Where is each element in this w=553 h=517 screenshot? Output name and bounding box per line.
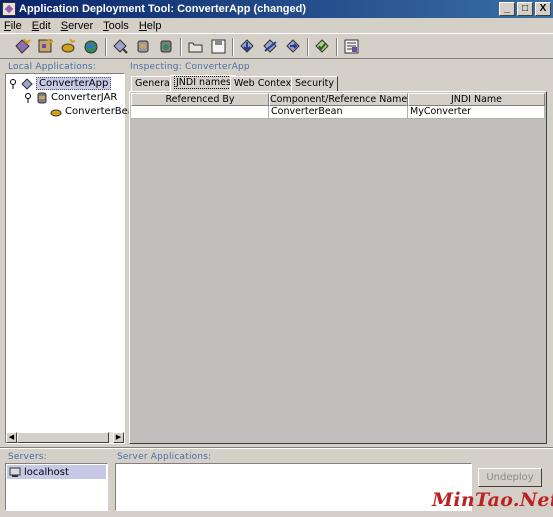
tab-label: General (135, 78, 173, 89)
new-client-icon[interactable] (81, 36, 102, 57)
tree-item-label: ConverterApp (36, 77, 112, 90)
server-applications-label: Server Applications: (117, 452, 212, 462)
menu-server[interactable]: Server (61, 20, 93, 32)
tree-item-label: ConverterJAR (51, 92, 118, 103)
toolbar-separator (307, 38, 309, 56)
column-referenced-by[interactable]: Referenced By (131, 93, 269, 106)
app-icon (2, 2, 16, 16)
tree-item-converterapp[interactable]: ConverterApp (8, 77, 112, 90)
jar-icon (37, 92, 47, 103)
scroll-right-icon[interactable]: ▶ (113, 432, 124, 443)
new-application-icon[interactable] (12, 36, 33, 57)
server-item-localhost[interactable]: localhost (7, 465, 106, 479)
jndi-table: Referenced By Component/Reference Name J… (131, 93, 545, 119)
toolbar-separator (180, 38, 182, 56)
update-icon[interactable] (283, 36, 304, 57)
add-to-app-icon[interactable] (110, 36, 131, 57)
window-title: Application Deployment Tool: ConverterAp… (19, 3, 307, 15)
jndi-tab-panel (129, 91, 547, 444)
menu-tools[interactable]: Tools (103, 20, 129, 32)
table-row[interactable]: ConverterBean MyConverter (131, 106, 545, 119)
servers-list: localhost (5, 463, 108, 511)
cell-jndi-name[interactable]: MyConverter (408, 106, 545, 119)
close-button[interactable]: X (535, 2, 551, 16)
server-icon (9, 467, 21, 477)
new-ejb-icon[interactable] (35, 36, 56, 57)
toolbar-separator (105, 38, 107, 56)
minimize-button[interactable]: _ (499, 2, 515, 16)
watermark: MinTao.Net (432, 489, 553, 511)
undeploy-icon[interactable] (260, 36, 281, 57)
expand-handle-icon[interactable] (23, 92, 33, 103)
verify-icon[interactable] (312, 36, 333, 57)
inspecting-label: Inspecting: ConverterApp (130, 62, 250, 72)
new-web-component-icon[interactable] (58, 36, 79, 57)
cell-referenced-by[interactable] (131, 106, 269, 119)
servers-label: Servers: (8, 452, 47, 462)
application-tree: ConverterApp ConverterJAR ConverterBean … (5, 73, 140, 444)
tree-item-converterbean[interactable]: ConverterBean (50, 105, 140, 118)
menu-help[interactable]: Help (139, 20, 162, 32)
menu-edit[interactable]: Edit (32, 20, 51, 32)
column-jndi-name[interactable]: JNDI Name (408, 93, 545, 106)
undeploy-button[interactable]: Undeploy (478, 468, 542, 487)
menu-bar: File Edit Server Tools Help (0, 18, 553, 33)
split-divider[interactable] (0, 447, 553, 449)
add-ejb-jar-icon[interactable] (133, 36, 154, 57)
open-icon[interactable] (185, 36, 206, 57)
toolbar (0, 33, 553, 59)
tree-item-converterjar[interactable]: ConverterJAR (23, 91, 117, 104)
local-applications-label: Local Applications: (8, 62, 96, 72)
title-bar: Application Deployment Tool: ConverterAp… (0, 0, 553, 18)
maximize-button[interactable]: □ (517, 2, 533, 16)
scroll-thumb[interactable] (17, 432, 109, 443)
tab-label: Web Context (234, 78, 295, 89)
application-icon (21, 77, 33, 90)
tab-label: JNDI names (174, 76, 233, 89)
tab-jndi-names[interactable]: JNDI names (170, 75, 237, 92)
add-web-war-icon[interactable] (156, 36, 177, 57)
tab-label: Security (295, 78, 335, 89)
toolbar-separator (232, 38, 234, 56)
table-header: Referenced By Component/Reference Name J… (131, 93, 545, 106)
column-component-name[interactable]: Component/Reference Name (269, 93, 408, 106)
deploy-icon[interactable] (237, 36, 258, 57)
tab-web-context[interactable]: Web Context (230, 76, 299, 91)
tree-horizontal-scrollbar[interactable]: ◀ ▶ (6, 432, 124, 443)
descriptor-viewer-icon[interactable] (341, 36, 362, 57)
expand-handle-icon[interactable] (8, 78, 18, 89)
bean-icon (50, 109, 62, 116)
server-applications-list (115, 463, 472, 511)
save-icon[interactable] (208, 36, 229, 57)
cell-component-name[interactable]: ConverterBean (269, 106, 408, 119)
scroll-left-icon[interactable]: ◀ (6, 432, 17, 443)
menu-file[interactable]: File (4, 20, 22, 32)
toolbar-separator (336, 38, 338, 56)
server-label: localhost (24, 466, 69, 478)
tab-security[interactable]: Security (291, 76, 339, 91)
